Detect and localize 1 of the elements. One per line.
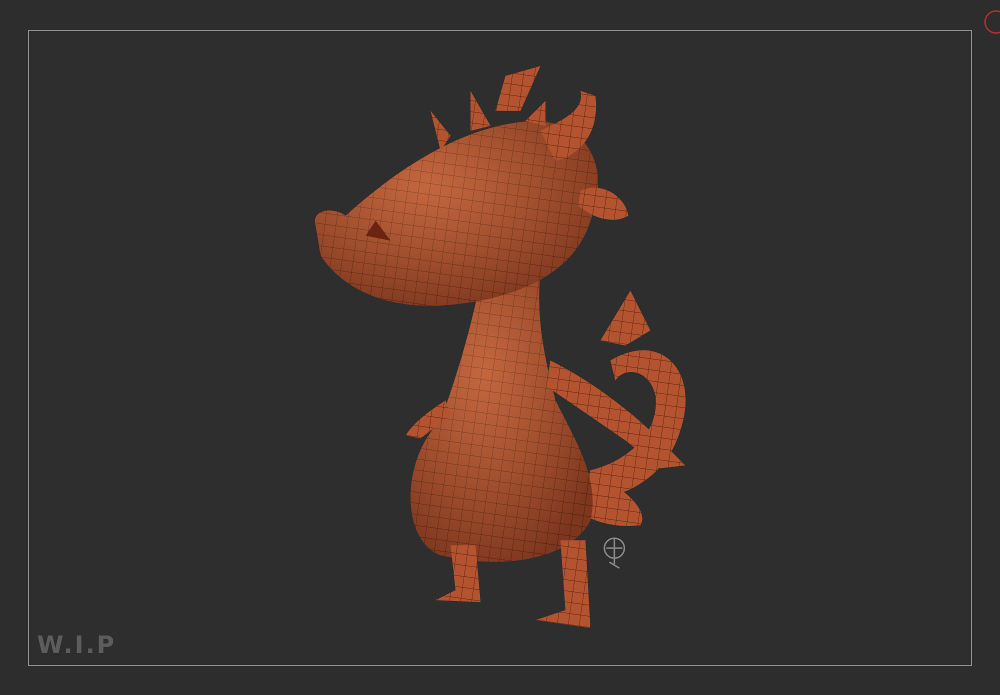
signature-icon: [604, 537, 626, 569]
